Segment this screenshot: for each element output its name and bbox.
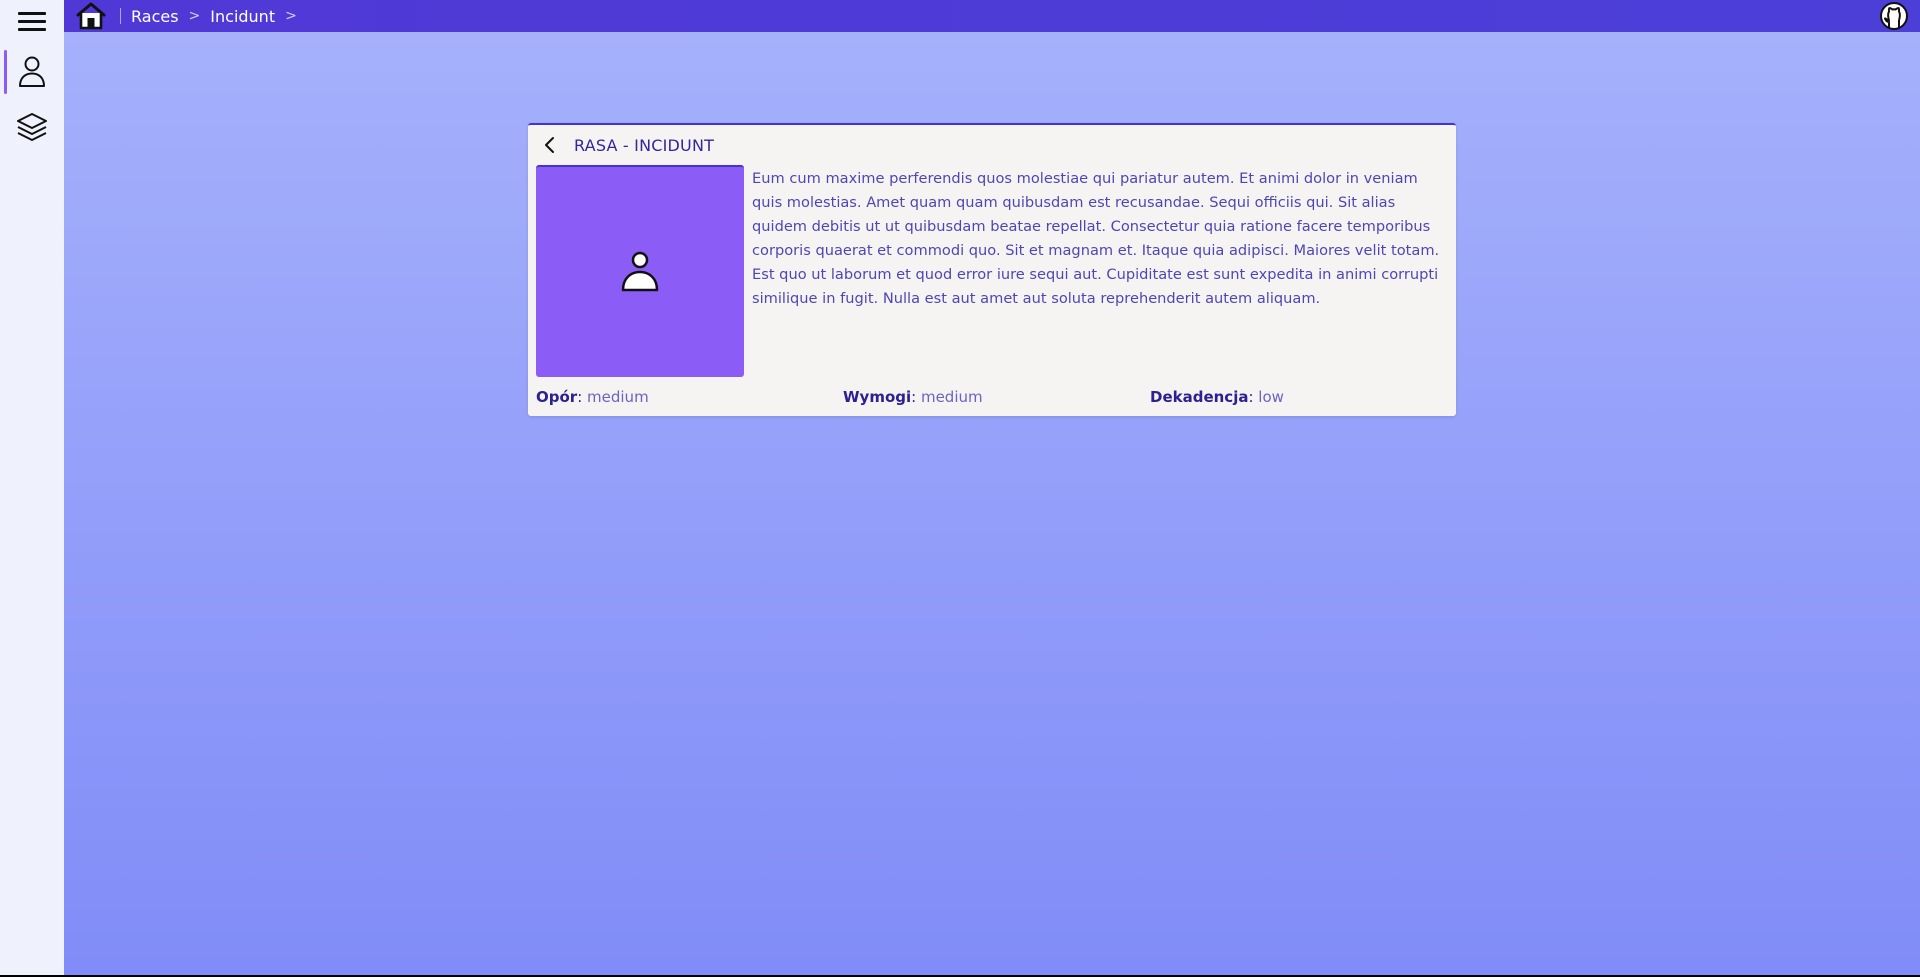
stat-value: medium (920, 388, 983, 406)
home-icon (76, 2, 106, 30)
card-title: RASA - INCIDUNT (574, 135, 715, 155)
race-description: Eum cum maxime perferendis quos molestia… (752, 170, 1440, 307)
breadcrumb-races[interactable]: Races (131, 7, 179, 26)
stat-wymogi: Wymogi: medium (843, 388, 983, 406)
card-header: RASA - INCIDUNT (540, 133, 714, 157)
user-icon (19, 56, 45, 87)
race-portrait (536, 165, 744, 377)
user-icon (621, 251, 659, 292)
sidebar-item-races[interactable] (0, 48, 64, 96)
stat-label: Opór (536, 388, 578, 406)
race-stats: Opór: medium Wymogi: medium Dekadencja: … (536, 385, 1448, 409)
breadcrumb-separator: > (188, 8, 201, 24)
hamburger-menu-icon[interactable] (18, 10, 46, 32)
sidebar-item-layers[interactable] (0, 104, 64, 152)
stat-label: Wymogi (843, 388, 912, 406)
breadcrumb-incidunt[interactable]: Incidunt (210, 7, 275, 26)
breadcrumb-separator: > (285, 8, 297, 24)
top-bar: Races > Incidunt > (64, 0, 1920, 32)
github-icon (1880, 2, 1908, 30)
race-detail-card: RASA - INCIDUNT Eum cum maxime perferend… (528, 123, 1456, 416)
chevron-left-icon (545, 137, 554, 153)
layers-icon (17, 113, 47, 141)
sidebar (0, 0, 64, 975)
stat-value: medium (587, 388, 649, 406)
main-content: RASA - INCIDUNT Eum cum maxime perferend… (64, 32, 1920, 975)
github-button[interactable] (1880, 2, 1908, 30)
stat-dekadencja: Dekadencja: low (1150, 388, 1284, 406)
stat-label: Dekadencja (1150, 388, 1249, 406)
breadcrumb: Races > Incidunt > (121, 7, 297, 26)
home-button[interactable] (76, 1, 106, 31)
stat-value: low (1258, 388, 1284, 406)
back-button[interactable] (540, 135, 560, 155)
stat-opor: Opór: medium (536, 388, 649, 406)
